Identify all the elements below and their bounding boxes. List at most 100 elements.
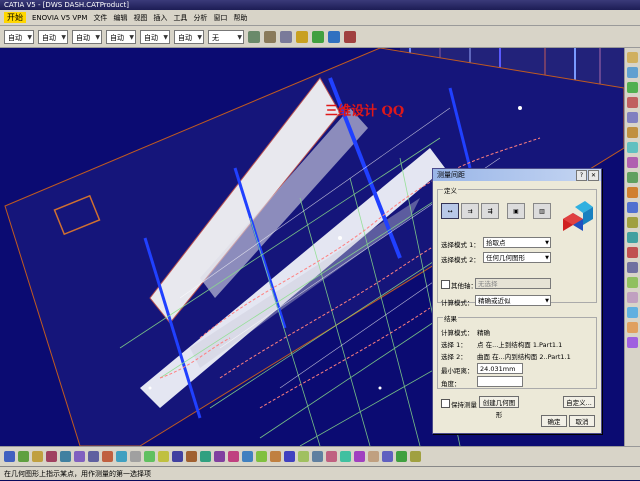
dialog-titlebar[interactable]: 测量间距 ? ✕ [433,169,601,181]
help-button[interactable]: ? [576,170,587,181]
menu-item-edit[interactable]: 编辑 [113,13,127,23]
measure-thickness-mode-icon[interactable]: ▥ [533,203,551,219]
multi-view-icon[interactable] [116,451,127,462]
customize-button[interactable]: 自定义... [563,396,595,408]
reaction-icon[interactable] [344,30,356,43]
zoom-out-icon[interactable] [88,451,99,462]
remove-loft-icon[interactable] [326,451,337,462]
transparency-combo[interactable]: 自动 [38,29,68,45]
selection2-mode-select[interactable]: 任何几何图形 [483,252,551,264]
other-axis-checkbox[interactable] [441,280,450,289]
zoom-fit-icon[interactable] [32,451,43,462]
min-distance-field[interactable]: 24.031mm [477,363,523,374]
line-icon[interactable] [627,247,638,258]
fly-mode-icon[interactable] [4,451,15,462]
result-label: 结果 [443,313,458,323]
compass-icon[interactable] [627,52,638,63]
join-icon[interactable] [627,307,638,318]
law-icon[interactable] [328,30,340,43]
menu-item-tools[interactable]: 工具 [173,13,187,23]
shaft-icon[interactable] [228,451,239,462]
clash-icon[interactable] [627,127,638,138]
menu-item-enovia[interactable]: ENOVIA V5 VPM [32,14,87,22]
distance-icon[interactable] [627,142,638,153]
result-sel2-label: 选择 2： [441,353,467,361]
filter-icon[interactable] [280,30,292,43]
grid-icon[interactable] [627,172,638,183]
line-type-combo[interactable]: 自动 [106,29,136,45]
point-type-combo[interactable]: 自动 [140,29,170,45]
measure-fan-mode-icon[interactable]: ⇶ [481,203,499,219]
layer-combo[interactable]: 无 [208,29,244,45]
menu-item-insert[interactable]: 插入 [153,13,167,23]
menu-item-analyze[interactable]: 分析 [193,13,207,23]
pattern-icon[interactable] [627,337,638,348]
split-icon[interactable] [627,292,638,303]
rotate-icon[interactable] [60,451,71,462]
measure-between-mode-icon[interactable]: ↔ [441,203,459,219]
keep-measure-checkbox[interactable] [441,399,450,408]
menu-item-help[interactable]: 帮助 [233,13,247,23]
iso-view-icon[interactable] [130,451,141,462]
thread-icon[interactable] [410,451,421,462]
edge-fillet-icon[interactable] [340,451,351,462]
pocket-icon[interactable] [214,451,225,462]
chamfer-icon[interactable] [354,451,365,462]
pan-icon[interactable] [46,451,57,462]
hole-icon[interactable] [256,451,267,462]
measure-chain-mode-icon[interactable]: ⇉ [461,203,479,219]
rib-icon[interactable] [270,451,281,462]
calc-mode-select[interactable]: 精确或近似 [475,295,551,307]
shell-icon[interactable] [382,451,393,462]
annotation-icon[interactable] [627,157,638,168]
other-axis-label: 其他轴： [451,282,477,290]
line-thickness-combo[interactable]: 自动 [72,29,102,45]
groove-icon[interactable] [242,451,253,462]
scissors-icon[interactable] [264,30,276,43]
menu-item-view[interactable]: 视图 [133,13,147,23]
select-icon[interactable] [18,451,29,462]
fillet-icon[interactable] [627,322,638,333]
swap-space-icon[interactable] [172,451,183,462]
surface-icon[interactable] [627,202,638,213]
curve-icon[interactable] [627,187,638,198]
cancel-button[interactable]: 取消 [569,415,595,427]
menu-item-window[interactable]: 窗口 [213,13,227,23]
other-axis-field[interactable]: 无选择 [475,278,551,289]
create-geometry-button[interactable]: 创建几何图形 [479,396,519,419]
measure-item-icon[interactable] [627,82,638,93]
stiffener-icon[interactable] [298,451,309,462]
draft-icon[interactable] [368,451,379,462]
measure-inertia-icon[interactable] [627,97,638,108]
slot-icon[interactable] [284,451,295,462]
section-icon[interactable] [627,112,638,123]
loft-icon[interactable] [312,451,323,462]
knowledge-icon[interactable] [296,30,308,43]
measure-between-icon[interactable] [627,67,638,78]
extrude-icon[interactable] [627,277,638,288]
color-combo[interactable]: 自动 [4,29,34,45]
menu-start[interactable]: 开始 [4,12,26,23]
rendering-style-combo[interactable]: 自动 [174,29,204,45]
min-distance-label: 最小距离： [441,367,474,375]
point-icon[interactable] [627,232,638,243]
menu-item-file[interactable]: 文件 [93,13,107,23]
measure-cube-icon [563,201,593,231]
sketch-icon[interactable] [186,451,197,462]
measure-item-mode-icon[interactable]: ▣ [507,203,525,219]
zoom-in-icon[interactable] [74,451,85,462]
thickness-icon[interactable] [396,451,407,462]
normal-view-icon[interactable] [102,451,113,462]
close-button[interactable]: ✕ [588,170,599,181]
plane-icon[interactable] [627,217,638,228]
formula-icon[interactable] [312,30,324,43]
ok-button[interactable]: 确定 [541,415,567,427]
shading-icon[interactable] [144,451,155,462]
keep-measure-label: 保持测量 [451,401,477,409]
hide-show-icon[interactable] [158,451,169,462]
sweep-icon[interactable] [627,262,638,273]
angle-field[interactable] [477,376,523,387]
pad-icon[interactable] [200,451,211,462]
selection1-mode-select[interactable]: 拾取点 [483,237,551,249]
painter-icon[interactable] [248,30,260,43]
